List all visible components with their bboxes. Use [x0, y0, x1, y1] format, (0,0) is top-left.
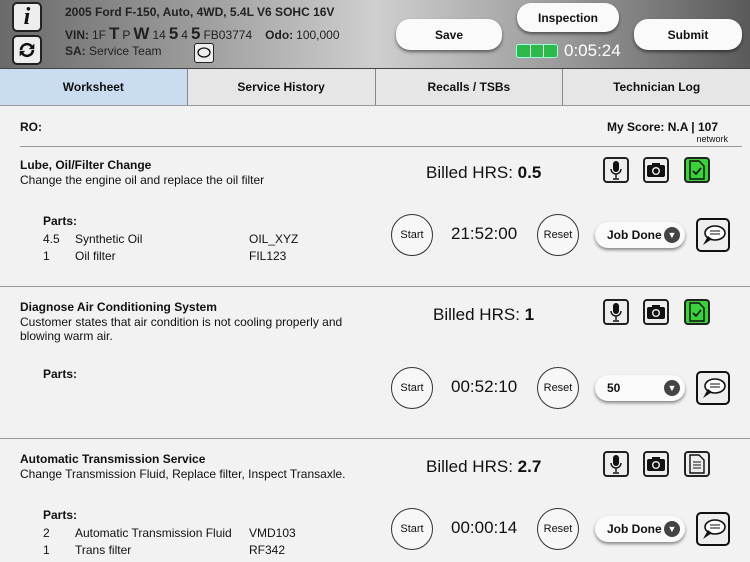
document-check-icon[interactable] — [684, 299, 710, 325]
vin-part: FB03774 — [203, 28, 253, 42]
parts-label: Parts: — [43, 214, 78, 228]
odo-label: Odo: — [265, 28, 294, 42]
billed-label: Billed HRS: — [426, 457, 513, 476]
sa-value: Service Team — [89, 44, 162, 58]
divider — [0, 286, 750, 287]
billed-label: Billed HRS: — [433, 305, 520, 324]
score-network: network — [696, 134, 728, 144]
vin-part: 14 — [152, 28, 166, 42]
vin-part: W — [133, 24, 150, 43]
vin-label: VIN: — [65, 28, 89, 42]
job-title: Lube, Oil/Filter Change — [20, 158, 152, 172]
reset-button[interactable]: Reset — [537, 214, 579, 256]
divider — [20, 146, 742, 147]
tab-recalls-tsbs[interactable]: Recalls / TSBs — [375, 69, 564, 105]
chat-notes-icon[interactable] — [696, 371, 730, 405]
billed-hours: Billed HRS: 1 — [433, 305, 534, 325]
tab-technician-log[interactable]: Technician Log — [563, 69, 750, 105]
chat-notes-icon[interactable] — [696, 218, 730, 252]
camera-icon[interactable] — [643, 451, 669, 477]
part-code: FIL123 — [249, 249, 287, 263]
header: i 2005 Ford F-150, Auto, 4WD, 5.4L V6 SO… — [0, 0, 750, 68]
part-qty: 4.5 — [43, 232, 60, 246]
part-code: RF342 — [249, 543, 286, 557]
part-code: OIL_XYZ — [249, 232, 299, 246]
vin: VIN: 1F T P W 14 5 4 5 FB03774 Odo: 100,… — [65, 24, 340, 44]
part-name: Automatic Transmission Fluid — [75, 526, 232, 540]
document-check-icon[interactable] — [684, 157, 710, 183]
microphone-icon[interactable] — [603, 299, 629, 325]
camera-icon[interactable] — [643, 299, 669, 325]
reset-button[interactable]: Reset — [537, 367, 579, 409]
billed-value: 1 — [524, 305, 535, 324]
billed-hours: Billed HRS: 2.7 — [426, 457, 541, 477]
start-button[interactable]: Start — [391, 508, 433, 550]
refresh-icon[interactable] — [12, 35, 42, 65]
service-advisor: SA: Service Team — [65, 44, 162, 58]
part-name: Synthetic Oil — [75, 232, 143, 246]
job-timer: 21:52:00 — [451, 224, 518, 243]
part-qty: 2 — [43, 526, 50, 540]
chevron-down-icon: ▼ — [664, 521, 680, 537]
vin-part: 5 — [190, 24, 201, 43]
job-status-dropdown[interactable]: Job Done ▼ — [595, 222, 685, 248]
battery-indicator — [516, 44, 558, 58]
chevron-down-icon: ▼ — [664, 227, 680, 243]
billed-value: 2.7 — [517, 457, 542, 476]
ro-label: RO: — [20, 120, 42, 134]
elapsed-timer: 0:05:24 — [564, 41, 621, 60]
parts-label: Parts: — [43, 508, 78, 522]
message-icon[interactable] — [194, 43, 214, 63]
part-qty: 1 — [43, 249, 50, 263]
job-title: Diagnose Air Conditioning System — [20, 300, 217, 314]
divider — [0, 438, 750, 439]
vehicle-description: 2005 Ford F-150, Auto, 4WD, 5.4L V6 SOHC… — [65, 5, 335, 19]
part-name: Oil filter — [75, 249, 116, 263]
job-description: Customer states that air condition is no… — [20, 315, 343, 343]
job-timer: 00:00:14 — [451, 518, 518, 537]
vin-part: 5 — [168, 24, 179, 43]
billed-label: Billed HRS: — [426, 163, 513, 182]
chat-notes-icon[interactable] — [696, 512, 730, 546]
part-code: VMD103 — [249, 526, 296, 540]
tab-bar: Worksheet Service History Recalls / TSBs… — [0, 68, 750, 106]
job-description: Change the engine oil and replace the oi… — [20, 173, 265, 187]
billed-hours: Billed HRS: 0.5 — [426, 163, 541, 183]
job-status-value: Job Done — [607, 228, 662, 242]
my-score: My Score: N.A | 107 — [607, 120, 718, 134]
part-name: Trans filter — [75, 543, 132, 557]
odometer: 100,000 — [296, 28, 340, 42]
chevron-down-icon: ▼ — [664, 380, 680, 396]
job-title: Automatic Transmission Service — [20, 452, 206, 466]
submit-button[interactable]: Submit — [634, 19, 742, 50]
save-button[interactable]: Save — [396, 19, 502, 50]
reset-button[interactable]: Reset — [537, 508, 579, 550]
camera-icon[interactable] — [643, 157, 669, 183]
microphone-icon[interactable] — [603, 157, 629, 183]
vin-part: 4 — [181, 28, 188, 42]
part-qty: 1 — [43, 543, 50, 557]
tab-service-history[interactable]: Service History — [187, 69, 376, 105]
info-icon[interactable]: i — [12, 2, 42, 32]
job-status-dropdown[interactable]: Job Done ▼ — [595, 516, 685, 542]
vin-part: P — [122, 28, 131, 42]
job-timer: 00:52:10 — [451, 377, 518, 396]
billed-value: 0.5 — [517, 163, 542, 182]
vin-part: T — [109, 24, 120, 43]
inspection-button[interactable]: Inspection — [517, 3, 619, 32]
tab-worksheet[interactable]: Worksheet — [0, 69, 188, 105]
start-button[interactable]: Start — [391, 214, 433, 256]
job-description: Change Transmission Fluid, Replace filte… — [20, 467, 346, 481]
start-button[interactable]: Start — [391, 367, 433, 409]
microphone-icon[interactable] — [603, 451, 629, 477]
vin-part: 1F — [92, 28, 107, 42]
document-icon[interactable] — [684, 451, 710, 477]
sa-label: SA: — [65, 44, 86, 58]
job-status-dropdown[interactable]: 50 ▼ — [595, 375, 685, 401]
job-status-value: 50 — [607, 381, 621, 395]
parts-label: Parts: — [43, 367, 78, 381]
job-status-value: Job Done — [607, 522, 662, 536]
